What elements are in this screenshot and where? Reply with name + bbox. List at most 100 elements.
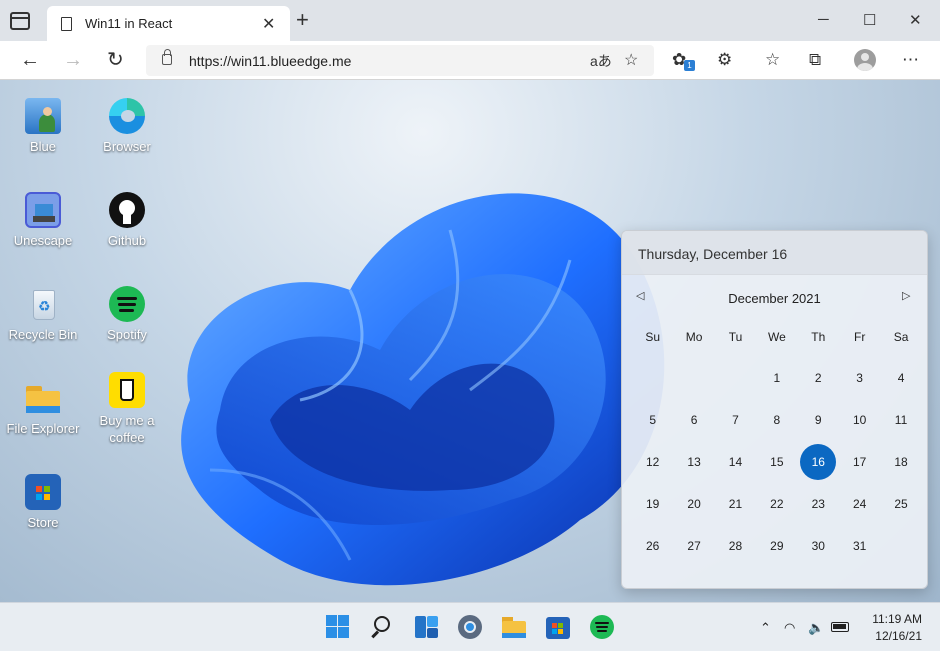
calendar-day[interactable]: 19	[632, 486, 673, 522]
wifi-icon[interactable]: ◠	[784, 620, 795, 636]
translate-icon[interactable]: aあ	[590, 51, 612, 71]
desktop-icon-recycle-bin[interactable]: ♻ Recycle Bin	[5, 286, 81, 343]
browser-tab[interactable]: Win11 in React ✕	[47, 6, 290, 41]
calendar-day[interactable]: 26	[632, 528, 673, 564]
edge-icon	[109, 98, 145, 134]
browser-toolbar: ← → ↻ https://win11.blueedge.me aあ ☆ ✿ ⚙…	[0, 41, 940, 80]
desktop-icon-file-explorer[interactable]: File Explorer	[5, 380, 81, 437]
calendar-day-number: 14	[728, 455, 743, 469]
battery-icon[interactable]	[831, 622, 849, 632]
new-tab-button[interactable]: +	[296, 9, 309, 31]
calendar-day-number: 20	[687, 497, 701, 511]
desktop-icon-browser[interactable]: Browser	[89, 98, 165, 155]
weekday-label: Th	[811, 330, 826, 344]
spotify-icon[interactable]	[589, 614, 615, 640]
calendar-day[interactable]: 13	[673, 444, 714, 480]
calendar-day[interactable]: 2	[798, 360, 839, 396]
back-icon[interactable]: ←	[20, 49, 40, 71]
calendar-day[interactable]: 27	[673, 528, 714, 564]
calendar-day[interactable]: 29	[756, 528, 797, 564]
page-favicon-icon	[61, 17, 72, 31]
calendar-day-number: 27	[687, 539, 701, 553]
volume-icon[interactable]: 🔈	[808, 620, 824, 636]
weekday-label: Su	[645, 330, 661, 344]
weekday-label: Fr	[853, 330, 866, 344]
calendar-day[interactable]: 21	[715, 486, 756, 522]
calendar-day-number: 6	[690, 413, 698, 427]
calendar-day[interactable]: 22	[756, 486, 797, 522]
desktop-icon-store[interactable]: Store	[5, 474, 81, 531]
calendar-day[interactable]: 3	[839, 360, 880, 396]
calendar-day-number: 12	[646, 455, 660, 469]
forward-icon[interactable]: →	[63, 49, 83, 71]
calendar-day-number: 25	[894, 497, 908, 511]
search-icon[interactable]	[369, 614, 395, 640]
more-options-icon[interactable]: ⋯	[902, 50, 919, 70]
add-favorite-icon[interactable]: ☆	[624, 50, 638, 70]
calendar-day[interactable]: 6	[673, 402, 714, 438]
calendar-day-number: 15	[770, 455, 784, 469]
weekday-label: Tu	[728, 330, 743, 344]
calendar-day[interactable]: 18	[880, 444, 921, 480]
url-text[interactable]: https://win11.blueedge.me	[189, 53, 351, 69]
calendar-day[interactable]: 4	[880, 360, 921, 396]
desktop-icon-spotify[interactable]: Spotify	[89, 286, 165, 343]
collections-icon[interactable]: ⧉	[809, 50, 821, 70]
minimize-icon[interactable]: ─	[818, 11, 829, 28]
calendar-day[interactable]: 30	[798, 528, 839, 564]
calendar-day[interactable]: 10	[839, 402, 880, 438]
tab-title: Win11 in React	[85, 16, 173, 31]
show-hidden-icons-chevron-icon[interactable]: ⌃	[760, 620, 771, 636]
tab-actions-icon[interactable]	[10, 12, 30, 30]
desktop-icon-unescape[interactable]: Unescape	[5, 192, 81, 249]
close-window-icon[interactable]: ✕	[909, 11, 922, 29]
calendar-day[interactable]: 28	[715, 528, 756, 564]
calendar-day[interactable]: 1	[756, 360, 797, 396]
calendar-day[interactable]: 5	[632, 402, 673, 438]
file-explorer-icon[interactable]	[501, 614, 527, 640]
refresh-icon[interactable]: ↻	[107, 49, 124, 71]
calendar-day-number: 24	[852, 497, 867, 511]
clock-time: 11:19 AM	[872, 612, 922, 626]
clock-date: 12/16/21	[875, 629, 922, 643]
close-tab-icon[interactable]: ✕	[262, 14, 275, 34]
calendar-day[interactable]: 12	[632, 444, 673, 480]
maximize-icon[interactable]: ☐	[863, 11, 876, 29]
desktop-icon-label: Buy me a coffee	[99, 413, 155, 445]
desktop-icon-label: Github	[107, 233, 147, 248]
calendar-day[interactable]: 24	[839, 486, 880, 522]
address-bar[interactable]: https://win11.blueedge.me aあ ☆	[146, 45, 654, 76]
calendar-day[interactable]: 15	[756, 444, 797, 480]
calendar-day[interactable]: 14	[715, 444, 756, 480]
calendar-day-number: 19	[646, 497, 660, 511]
calendar-day-number: 7	[732, 413, 739, 427]
extensions-puzzle-icon[interactable]: ⚙	[717, 50, 732, 70]
calendar-day[interactable]: 7	[715, 402, 756, 438]
start-icon[interactable]	[325, 614, 351, 640]
calendar-day[interactable]: 25	[880, 486, 921, 522]
profile-avatar[interactable]	[854, 49, 876, 71]
next-month-icon[interactable]: ▷	[902, 289, 910, 302]
calendar-day[interactable]: 20	[673, 486, 714, 522]
calendar-day[interactable]: 11	[880, 402, 921, 438]
calendar-day-number: 3	[856, 371, 863, 385]
calendar-day[interactable]: 23	[798, 486, 839, 522]
desktop-icon-buy-me-a-coffee[interactable]: Buy me a coffee	[89, 372, 165, 446]
favorites-icon[interactable]: ☆	[765, 50, 780, 70]
desktop-icon-blue[interactable]: Blue	[5, 98, 81, 155]
store-icon[interactable]	[545, 614, 571, 640]
settings-icon[interactable]	[457, 614, 483, 640]
desktop-icon-label: Recycle Bin	[8, 327, 78, 342]
calendar-day[interactable]: 16	[798, 444, 839, 480]
lock-icon[interactable]	[162, 49, 172, 65]
calendar-day[interactable]: 31	[839, 528, 880, 564]
clock[interactable]: 11:19 AM 12/16/21	[862, 611, 922, 645]
calendar-day[interactable]: 17	[839, 444, 880, 480]
desktop-icon-github[interactable]: Github	[89, 192, 165, 249]
calendar-day-number: 8	[773, 413, 781, 427]
calendar-week-row: 5 6 7 8 9 10 11	[632, 399, 922, 441]
calendar-day[interactable]: 9	[798, 402, 839, 438]
calendar-day[interactable]: 8	[756, 402, 797, 438]
widgets-icon[interactable]	[414, 614, 440, 640]
browser-tab-bar: Win11 in React ✕ + ─ ☐ ✕	[0, 0, 940, 41]
